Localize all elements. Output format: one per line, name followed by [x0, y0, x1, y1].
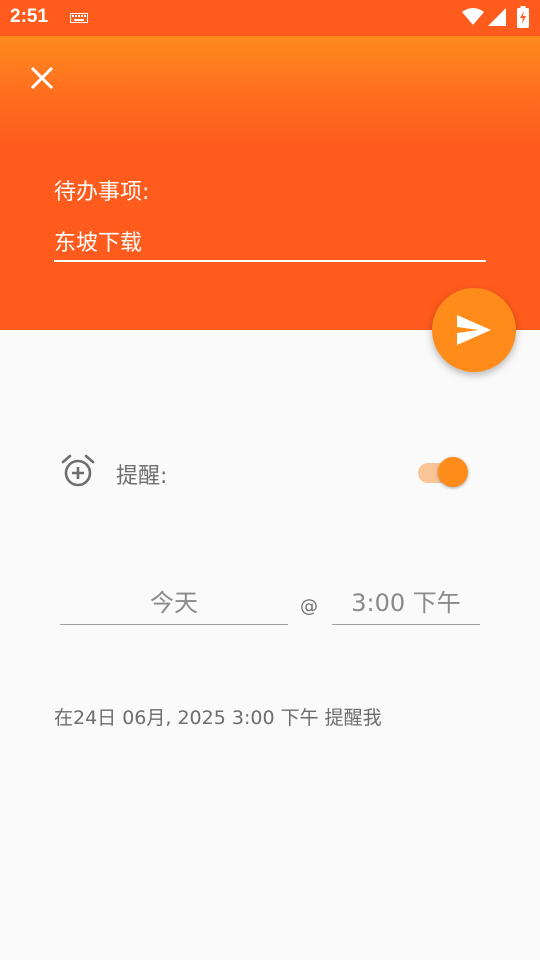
date-picker-field[interactable]: 今天: [60, 582, 288, 625]
todo-header: 待办事项:: [0, 36, 540, 330]
status-bar: 2:51: [0, 0, 540, 36]
close-icon[interactable]: [26, 62, 58, 94]
alarm-add-icon: [61, 454, 95, 487]
send-button[interactable]: [432, 288, 516, 372]
status-time: 2:51: [10, 6, 49, 27]
reminder-summary: 在24日 06月, 2025 3:00 下午 提醒我: [54, 707, 382, 729]
toggle-thumb: [438, 457, 468, 487]
at-separator: @: [300, 596, 318, 617]
send-icon: [457, 315, 491, 345]
time-picker-field[interactable]: 3:00 下午: [332, 582, 480, 625]
wifi-icon: [462, 8, 484, 25]
reminder-label: 提醒:: [116, 464, 168, 489]
add-todo-screen: 2:51 待办事项: 东坡下载 提醒: 今天 @ 3:00 下午 在24日 06…: [0, 0, 540, 960]
cell-signal-icon: [488, 8, 506, 26]
keyboard-icon: [70, 13, 88, 23]
todo-label: 待办事项:: [54, 180, 150, 205]
reminder-toggle[interactable]: [416, 456, 472, 490]
todo-input[interactable]: [54, 222, 486, 262]
battery-charging-icon: [517, 6, 529, 28]
